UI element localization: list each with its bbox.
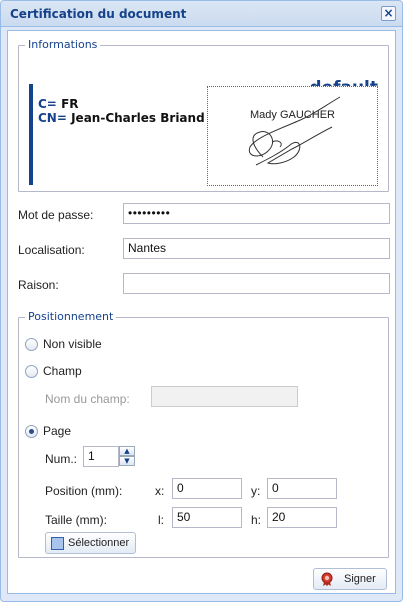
reason-label: Raison: — [18, 278, 59, 292]
sign-button-label: Signer — [344, 573, 376, 585]
cn-value: Jean-Charles Briand — [71, 111, 205, 125]
window-title: Certification du document — [10, 7, 187, 21]
cn-key: CN= — [38, 111, 67, 125]
height-field[interactable]: 20 — [267, 507, 337, 528]
x-position-field[interactable]: 0 — [172, 478, 242, 499]
page-radio[interactable] — [25, 425, 38, 438]
y-label: y: — [251, 484, 261, 498]
height-label: h: — [251, 513, 262, 527]
position-label: Position (mm): — [45, 484, 123, 498]
informations-legend: Informations — [25, 38, 101, 51]
password-label: Mot de passe: — [18, 208, 94, 222]
reason-field[interactable] — [123, 273, 390, 294]
width-field[interactable]: 50 — [172, 507, 242, 528]
spin-up-icon[interactable]: ▲ — [119, 446, 135, 456]
field-label[interactable]: Champ — [43, 364, 82, 378]
field-name-label: Nom du champ: — [45, 392, 130, 406]
page-label[interactable]: Page — [43, 424, 71, 438]
country-key: C= — [38, 97, 57, 111]
certification-dialog: Certification du document × Informations… — [0, 0, 403, 602]
spin-down-icon[interactable]: ▼ — [119, 456, 135, 466]
country-value: FR — [61, 97, 79, 111]
handwritten-signature — [248, 96, 341, 166]
close-icon[interactable]: × — [381, 6, 396, 21]
signer-accent-bar — [29, 84, 33, 185]
select-button-label: Sélectionner — [68, 537, 130, 549]
non-visible-label[interactable]: Non visible — [43, 337, 102, 351]
y-position-field[interactable]: 0 — [267, 478, 337, 499]
field-name-input — [151, 386, 298, 407]
size-label: Taille (mm): — [45, 513, 107, 527]
signer-country: C= FR — [38, 97, 79, 111]
dialog-body: Informations default C= FR CN= Jean-Char… — [7, 30, 396, 594]
title-bar[interactable]: Certification du document × — [1, 1, 402, 27]
password-field[interactable]: ••••••••• — [123, 203, 390, 224]
non-visible-radio[interactable] — [25, 338, 38, 351]
page-number-label: Num.: — [45, 452, 78, 466]
signer-common-name: CN= Jean-Charles Briand — [38, 111, 205, 125]
informations-group: Informations default C= FR CN= Jean-Char… — [18, 38, 389, 192]
location-label: Localisation: — [18, 243, 85, 257]
positioning-legend: Positionnement — [25, 310, 117, 323]
page-number-stepper[interactable]: 1 — [83, 446, 119, 467]
sign-button[interactable]: Signer — [313, 568, 387, 590]
location-field[interactable]: Nantes — [123, 238, 390, 259]
select-area-icon — [51, 537, 64, 550]
select-area-button[interactable]: Sélectionner — [45, 532, 136, 554]
positioning-group: Positionnement Non visible Champ Nom du … — [18, 310, 389, 558]
x-label: x: — [155, 484, 165, 498]
seal-icon — [321, 572, 333, 586]
signature-preview: Mady GAUCHER — [207, 86, 378, 186]
width-label: l: — [158, 513, 164, 527]
field-radio[interactable] — [25, 365, 38, 378]
